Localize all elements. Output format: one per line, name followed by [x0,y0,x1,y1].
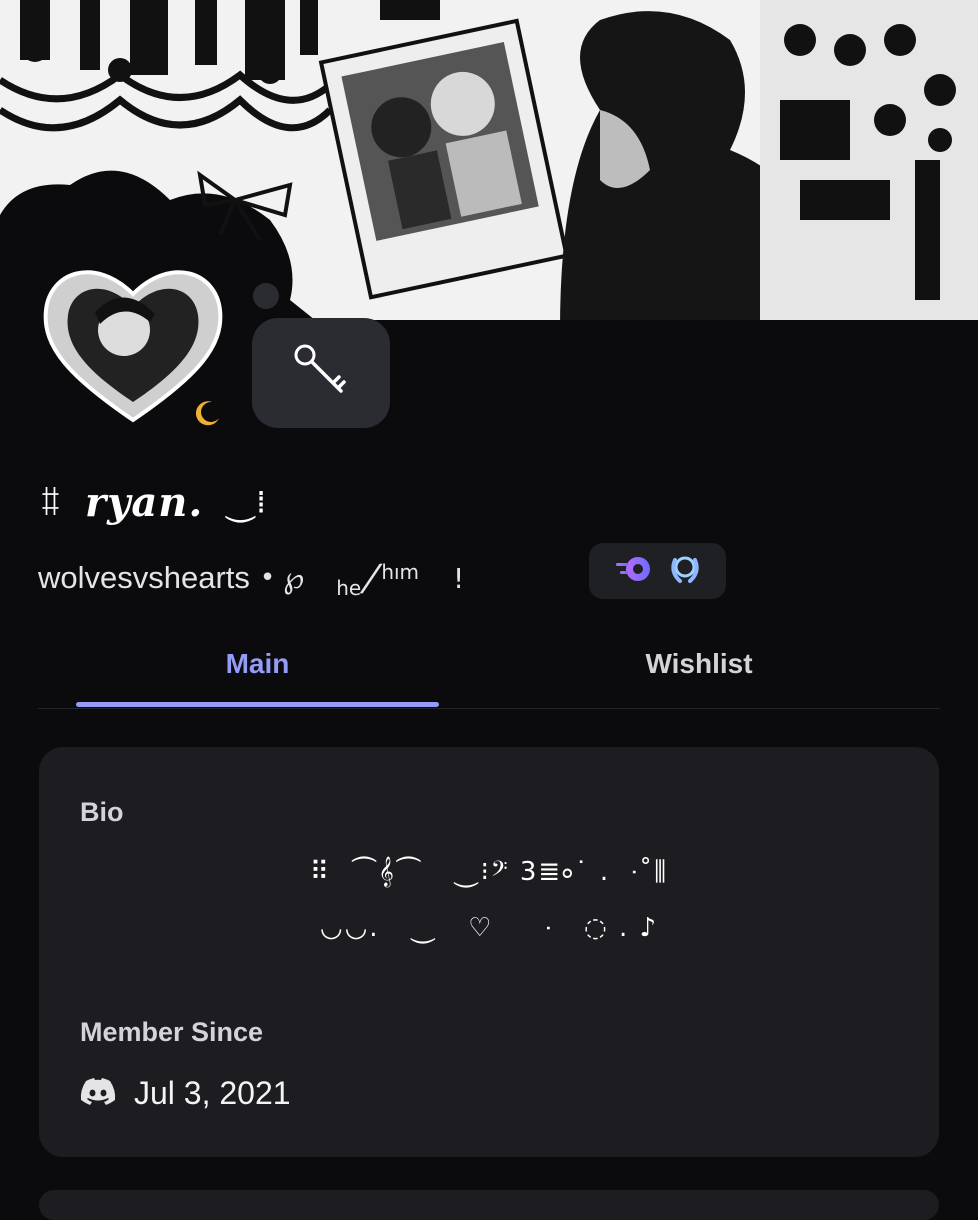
laurel-badge-icon[interactable] [668,552,702,590]
bio-label: Bio [80,797,124,827]
pronoun-him: hım [381,560,420,584]
member-since-row: Jul 3, 2021 [80,1075,291,1112]
name-suffix: ⏝⁞ [225,482,267,521]
bio-line-2: ◡◡. ⏝ ♡ ⸱ ◌ . ♪ [319,913,659,943]
name-prefix: ꐚ [38,485,63,523]
discord-icon [80,1077,116,1110]
active-tab-indicator [76,702,439,707]
status-indicator [182,388,232,438]
member-since-label: Member Since [80,1017,264,1047]
display-name: ryan. [85,478,204,526]
display-name-row: ꐚ ryan. ⏝⁞ [38,472,266,532]
username[interactable]: wolvesvshearts [38,560,250,596]
member-since-date: Jul 3, 2021 [134,1075,291,1111]
next-card [39,1190,939,1220]
profile-tabs: Main Wishlist [38,620,940,709]
pronoun-deco: ℘ [283,560,305,596]
status-bubble-dot [253,283,279,309]
handle-row: wolvesvshearts • ℘ he / hım ! [38,550,464,606]
key-icon [289,339,353,407]
profile-info-card: Bio ⠿ ⏜𝄞⏜ ⏝⁝𝄢 3≣⸰˙ . ⸱˚⫼ ◡◡. ⏝ ♡ ⸱ ◌ . ♪… [39,747,939,1157]
badge-list [589,543,726,599]
bio-line-1: ⠿ ⏜𝄞⏜ ⏝⁝𝄢 3≣⸰˙ . ⸱˚⫼ [309,857,669,887]
custom-status-bubble[interactable] [252,318,390,428]
nitro-icon[interactable] [614,554,654,588]
tab-main[interactable]: Main [76,620,439,708]
tab-wishlist[interactable]: Wishlist [489,620,909,708]
separator: • [259,563,276,593]
pronoun-exclaim: ! [453,561,465,595]
moon-icon [188,394,226,432]
